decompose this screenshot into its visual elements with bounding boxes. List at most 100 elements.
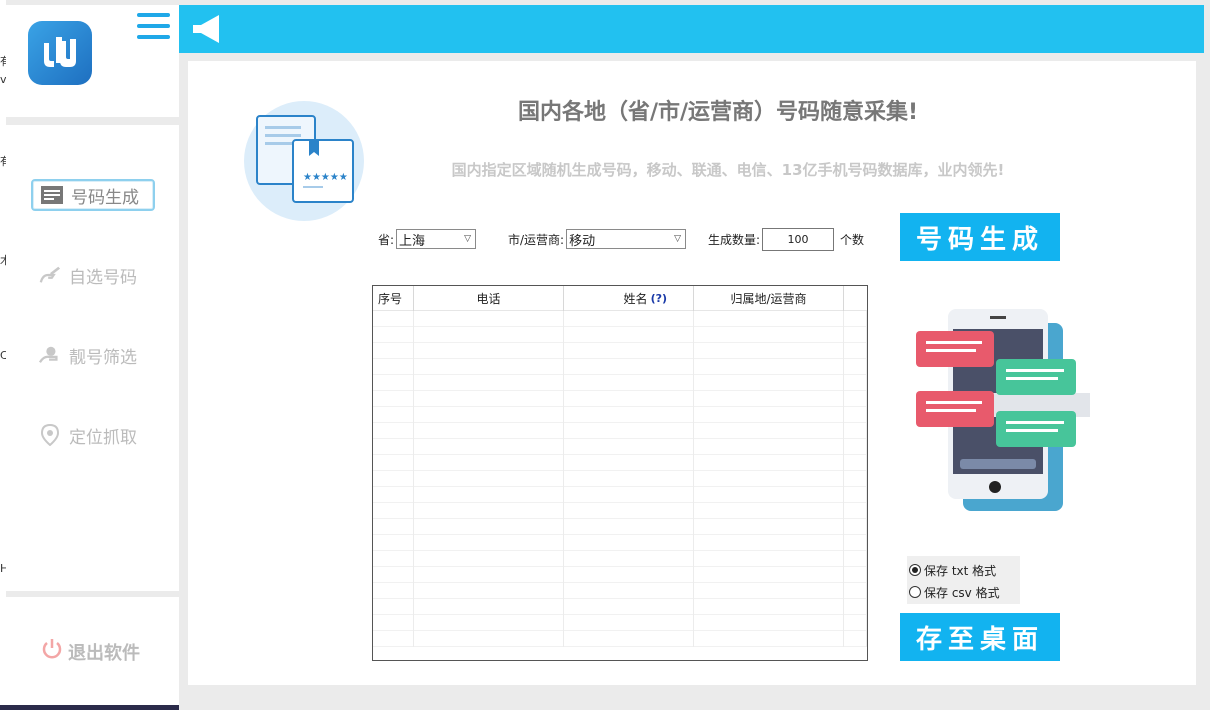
- table-cell: [414, 327, 564, 343]
- table-cell: [564, 631, 694, 647]
- table-cell: [564, 551, 694, 567]
- radio-txt[interactable]: [909, 564, 921, 576]
- table-cell: [694, 423, 844, 439]
- table-cell: [414, 423, 564, 439]
- page-subtitle: 国内指定区域随机生成号码，移动、联通、电信、13亿手机号码数据库，业内领先!: [451, 161, 1005, 179]
- chevron-down-icon: ▽: [674, 234, 682, 244]
- exit-button[interactable]: 退出软件: [40, 637, 140, 666]
- column-header-name[interactable]: 姓名 (?): [564, 286, 694, 311]
- sidebar: 号码生成 自选号码 靓号筛选 定位抓取 退出软件: [6, 5, 179, 710]
- generate-button[interactable]: 号码生成: [900, 213, 1060, 261]
- table-cell: [564, 567, 694, 583]
- table-cell: [414, 599, 564, 615]
- table-cell: [694, 567, 844, 583]
- save-to-desktop-button[interactable]: 存至桌面: [900, 613, 1060, 661]
- table-row: [373, 439, 867, 455]
- document-lines-icon: [41, 184, 63, 206]
- page-title: 国内各地（省/市/运营商）号码随意采集!: [517, 100, 919, 125]
- table-cell: [694, 487, 844, 503]
- table-cell: [844, 503, 867, 519]
- column-header[interactable]: 归属地/运营商: [694, 286, 844, 311]
- column-header[interactable]: 电话: [414, 286, 564, 311]
- table-cell: [844, 359, 867, 375]
- table-cell: [373, 599, 414, 615]
- table-row: [373, 631, 867, 647]
- sidebar-item-custom-number[interactable]: 自选号码: [31, 259, 155, 291]
- svg-text:★★★★★: ★★★★★: [303, 172, 348, 183]
- province-select[interactable]: 上海 ▽: [396, 229, 477, 249]
- radio-csv[interactable]: [909, 586, 921, 598]
- table-cell: [373, 359, 414, 375]
- table-cell: [694, 599, 844, 615]
- hand-coin-icon: [39, 344, 61, 366]
- table-cell: [844, 343, 867, 359]
- table-cell: [694, 407, 844, 423]
- table-cell: [694, 327, 844, 343]
- province-label: 省:: [378, 232, 395, 247]
- table-cell: [694, 535, 844, 551]
- phone-chat-illustration: [908, 301, 1098, 521]
- table-cell: [694, 503, 844, 519]
- table-cell: [414, 487, 564, 503]
- table-row: [373, 471, 867, 487]
- table-cell: [414, 439, 564, 455]
- sidebar-item-label: 号码生成: [71, 187, 139, 208]
- city-label: 市/运营商:: [508, 232, 565, 247]
- table-cell: [373, 343, 414, 359]
- table-cell: [564, 423, 694, 439]
- sidebar-item-generate[interactable]: 号码生成: [31, 179, 155, 211]
- results-table[interactable]: 序号 电话 姓名 (?) 归属地/运营商: [372, 285, 868, 661]
- table-cell: [373, 487, 414, 503]
- table-cell: [694, 311, 844, 327]
- count-label: 生成数量:: [708, 232, 761, 247]
- table-cell: [844, 615, 867, 631]
- exit-panel: 退出软件: [6, 597, 179, 710]
- table-row: [373, 615, 867, 631]
- sidebar-item-label: 自选号码: [69, 267, 137, 288]
- count-unit: 个数: [840, 232, 865, 247]
- table-cell: [414, 615, 564, 631]
- table-cell: [844, 631, 867, 647]
- table-cell: [373, 631, 414, 647]
- sidebar-item-location[interactable]: 定位抓取: [31, 419, 155, 451]
- table-row: [373, 375, 867, 391]
- table-row: [373, 407, 867, 423]
- table-cell: [564, 583, 694, 599]
- table-row: [373, 503, 867, 519]
- count-field: 生成数量: 个数: [708, 227, 865, 251]
- table-cell: [373, 615, 414, 631]
- table-cell: [414, 311, 564, 327]
- table-cell: [694, 343, 844, 359]
- column-header: 姓名: [623, 292, 648, 306]
- save-format-txt[interactable]: 保存 txt 格式: [909, 559, 1018, 581]
- table-row: [373, 311, 867, 327]
- app-logo: [28, 21, 92, 85]
- table-cell: [694, 631, 844, 647]
- table-cell: [373, 583, 414, 599]
- table-row: [373, 487, 867, 503]
- table-cell: [844, 407, 867, 423]
- speaker-icon[interactable]: [191, 13, 225, 45]
- count-input[interactable]: [762, 227, 835, 251]
- table-cell: [414, 519, 564, 535]
- location-pin-icon: [39, 424, 61, 446]
- table-cell: [844, 519, 867, 535]
- save-format-csv[interactable]: 保存 csv 格式: [909, 581, 1018, 603]
- table-cell: [844, 439, 867, 455]
- province-field: 省: 上海 ▽: [378, 228, 477, 250]
- city-select[interactable]: 移动 ▽: [566, 229, 687, 249]
- column-header[interactable]: 序号: [373, 286, 414, 311]
- table-cell: [844, 471, 867, 487]
- table-cell: [564, 487, 694, 503]
- sidebar-item-label: 靓号筛选: [69, 347, 137, 368]
- table-row: [373, 455, 867, 471]
- menu-toggle-icon[interactable]: [137, 13, 170, 43]
- document-stamp-icon: ★★★★★: [243, 100, 365, 222]
- table-row: [373, 567, 867, 583]
- table-cell: [564, 471, 694, 487]
- table-row: [373, 583, 867, 599]
- table-cell: [844, 567, 867, 583]
- power-icon: [40, 637, 64, 666]
- table-row: [373, 519, 867, 535]
- sidebar-item-vanity-filter[interactable]: 靓号筛选: [31, 339, 155, 371]
